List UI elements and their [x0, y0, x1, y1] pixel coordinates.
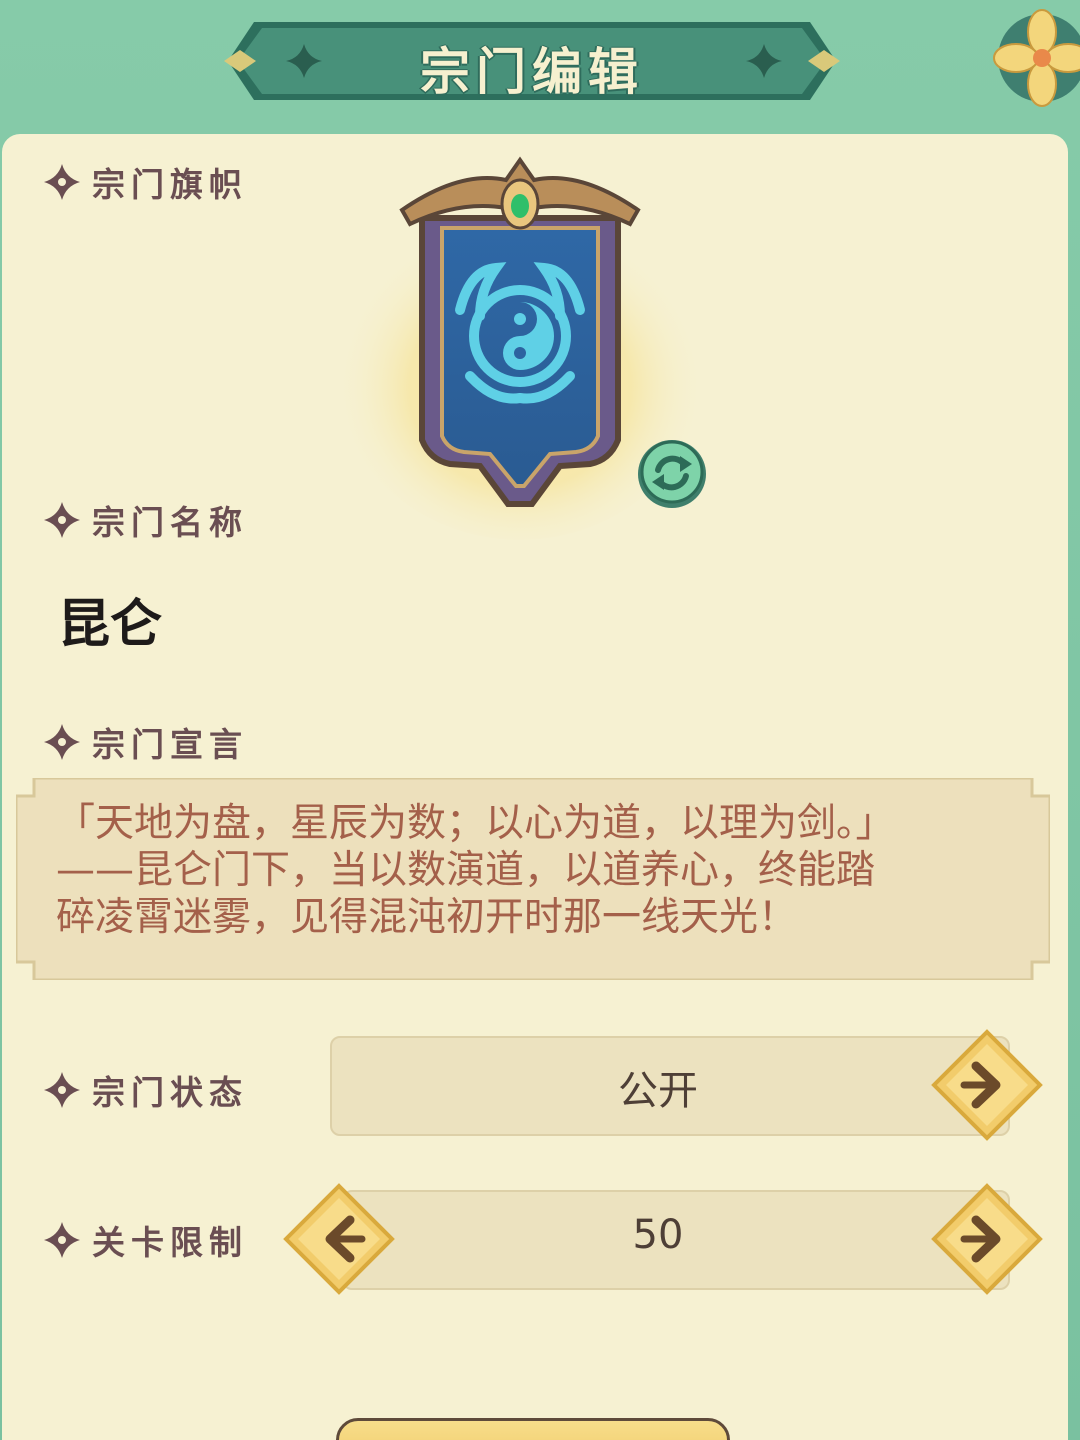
diamond-flower-icon	[44, 724, 80, 760]
arrow-left-icon	[283, 1183, 395, 1295]
level-limit-next-button[interactable]	[930, 1182, 1044, 1296]
arrow-right-icon	[931, 1029, 1043, 1141]
banner-label-text: 宗门旗帜	[92, 165, 248, 204]
flower-icon[interactable]	[992, 8, 1080, 108]
refresh-icon	[638, 440, 706, 508]
declaration-label-text: 宗门宣言	[92, 725, 248, 764]
diamond-flower-icon	[44, 1072, 80, 1108]
declaration-section-label: 宗门宣言	[40, 720, 248, 764]
level-limit-value: 50	[632, 1212, 684, 1258]
arrow-right-icon	[931, 1183, 1043, 1295]
declaration-text: 「天地为盘，星辰为数；以心为道，以理为剑。」 ——昆仑门下，当以数演道，以道养心…	[56, 801, 895, 940]
name-label-text: 宗门名称	[92, 503, 248, 542]
sect-edit-screen: 宗门编辑 宗门旗帜 宗门名称 宗门宣言 宗门状态 关卡限制 昆仑 「天地为盘，星…	[0, 0, 1080, 1440]
banner-section-label: 宗门旗帜	[40, 160, 248, 204]
declaration-box[interactable]: 「天地为盘，星辰为数；以心为道，以理为剑。」 ——昆仑门下，当以数演道，以道养心…	[16, 778, 1050, 980]
refresh-banner-button[interactable]	[634, 436, 710, 512]
page-title: 宗门编辑	[420, 43, 644, 101]
confirm-button[interactable]	[336, 1418, 730, 1440]
sect-name-value[interactable]: 昆仑	[58, 582, 162, 657]
level-limit-label-text: 关卡限制	[92, 1223, 248, 1262]
diamond-flower-icon	[44, 1222, 80, 1258]
title-banner: 宗门编辑	[224, 18, 840, 104]
status-selector: 公开	[330, 1029, 1046, 1141]
diamond-flower-icon	[44, 164, 80, 200]
level-limit-section-label: 关卡限制	[40, 1218, 248, 1262]
diamond-flower-icon	[44, 502, 80, 538]
status-value: 公开	[618, 1068, 698, 1114]
name-section-label: 宗门名称	[40, 498, 248, 542]
level-limit-selector: 50	[282, 1183, 1046, 1295]
status-next-button[interactable]	[930, 1028, 1044, 1142]
status-section-label: 宗门状态	[40, 1068, 248, 1112]
status-label-text: 宗门状态	[92, 1073, 248, 1112]
level-limit-prev-button[interactable]	[282, 1182, 396, 1296]
